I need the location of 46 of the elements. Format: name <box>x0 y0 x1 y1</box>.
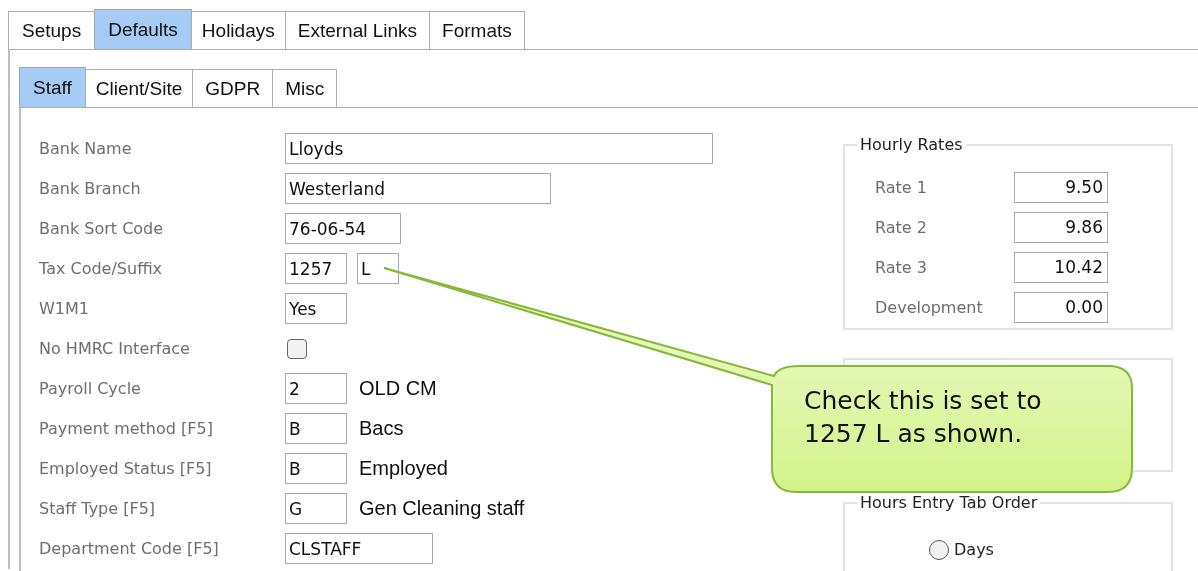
field-description: Employed <box>359 457 448 480</box>
field-label: No HMRC Interface <box>39 339 191 358</box>
field-label: Bank Sort Code <box>39 219 165 238</box>
field-label: Bank Name <box>39 139 133 158</box>
field-label: Tax Code/Suffix <box>39 259 164 278</box>
input-field[interactable]: 0.00 <box>1014 292 1108 323</box>
input-field[interactable]: G <box>285 493 347 524</box>
field-label: Bank Branch <box>39 179 142 198</box>
field-label: Rate 3 <box>875 258 928 277</box>
tab[interactable]: Misc <box>272 69 338 107</box>
field-label: W1M1 <box>39 299 90 318</box>
input-field[interactable]: 2 <box>285 373 347 404</box>
field-label: Rate 1 <box>875 178 928 197</box>
input-field[interactable]: Westerland <box>285 173 551 204</box>
input-field[interactable]: 9.86 <box>1014 212 1108 243</box>
field-label: Development <box>875 298 984 317</box>
tab[interactable]: Formats <box>429 11 525 49</box>
input-field[interactable]: B <box>285 413 347 444</box>
input-field[interactable]: Yes <box>285 293 347 324</box>
callout-text: Check this is set to 1257 L as shown. <box>804 385 1043 450</box>
input-field[interactable]: Lloyds <box>285 133 713 164</box>
tab[interactable]: Setups <box>8 11 96 49</box>
tab[interactable]: Staff <box>19 67 86 107</box>
input-field[interactable]: 76-06-54 <box>285 213 401 244</box>
input-field[interactable]: 10.42 <box>1014 252 1108 283</box>
radio-label[interactable]: Days <box>954 540 994 560</box>
radio-button[interactable] <box>929 539 949 560</box>
group-title: Hourly Rates <box>857 135 966 154</box>
field-description: Gen Cleaning staff <box>359 497 525 520</box>
field-label: Employed Status [F5] <box>39 459 213 478</box>
input-field[interactable]: 1257 <box>285 253 347 284</box>
input-field[interactable]: CLSTAFF <box>285 533 433 564</box>
field-label: Staff Type [F5] <box>39 499 157 518</box>
tab[interactable]: Holidays <box>190 11 286 49</box>
tab[interactable]: Client/Site <box>84 69 194 107</box>
input-field[interactable]: L <box>357 253 399 284</box>
field-description: Bacs <box>359 417 404 440</box>
tab[interactable]: Defaults <box>94 9 192 49</box>
input-field[interactable]: 9.50 <box>1014 172 1108 203</box>
checkbox[interactable] <box>287 338 307 359</box>
field-label: Department Code [F5] <box>39 539 220 558</box>
field-label: Rate 2 <box>875 218 928 237</box>
field-label: Payment method [F5] <box>39 419 214 438</box>
input-field[interactable]: B <box>285 453 347 484</box>
field-label: Payroll Cycle <box>39 379 142 398</box>
field-description: OLD CM <box>359 377 437 400</box>
